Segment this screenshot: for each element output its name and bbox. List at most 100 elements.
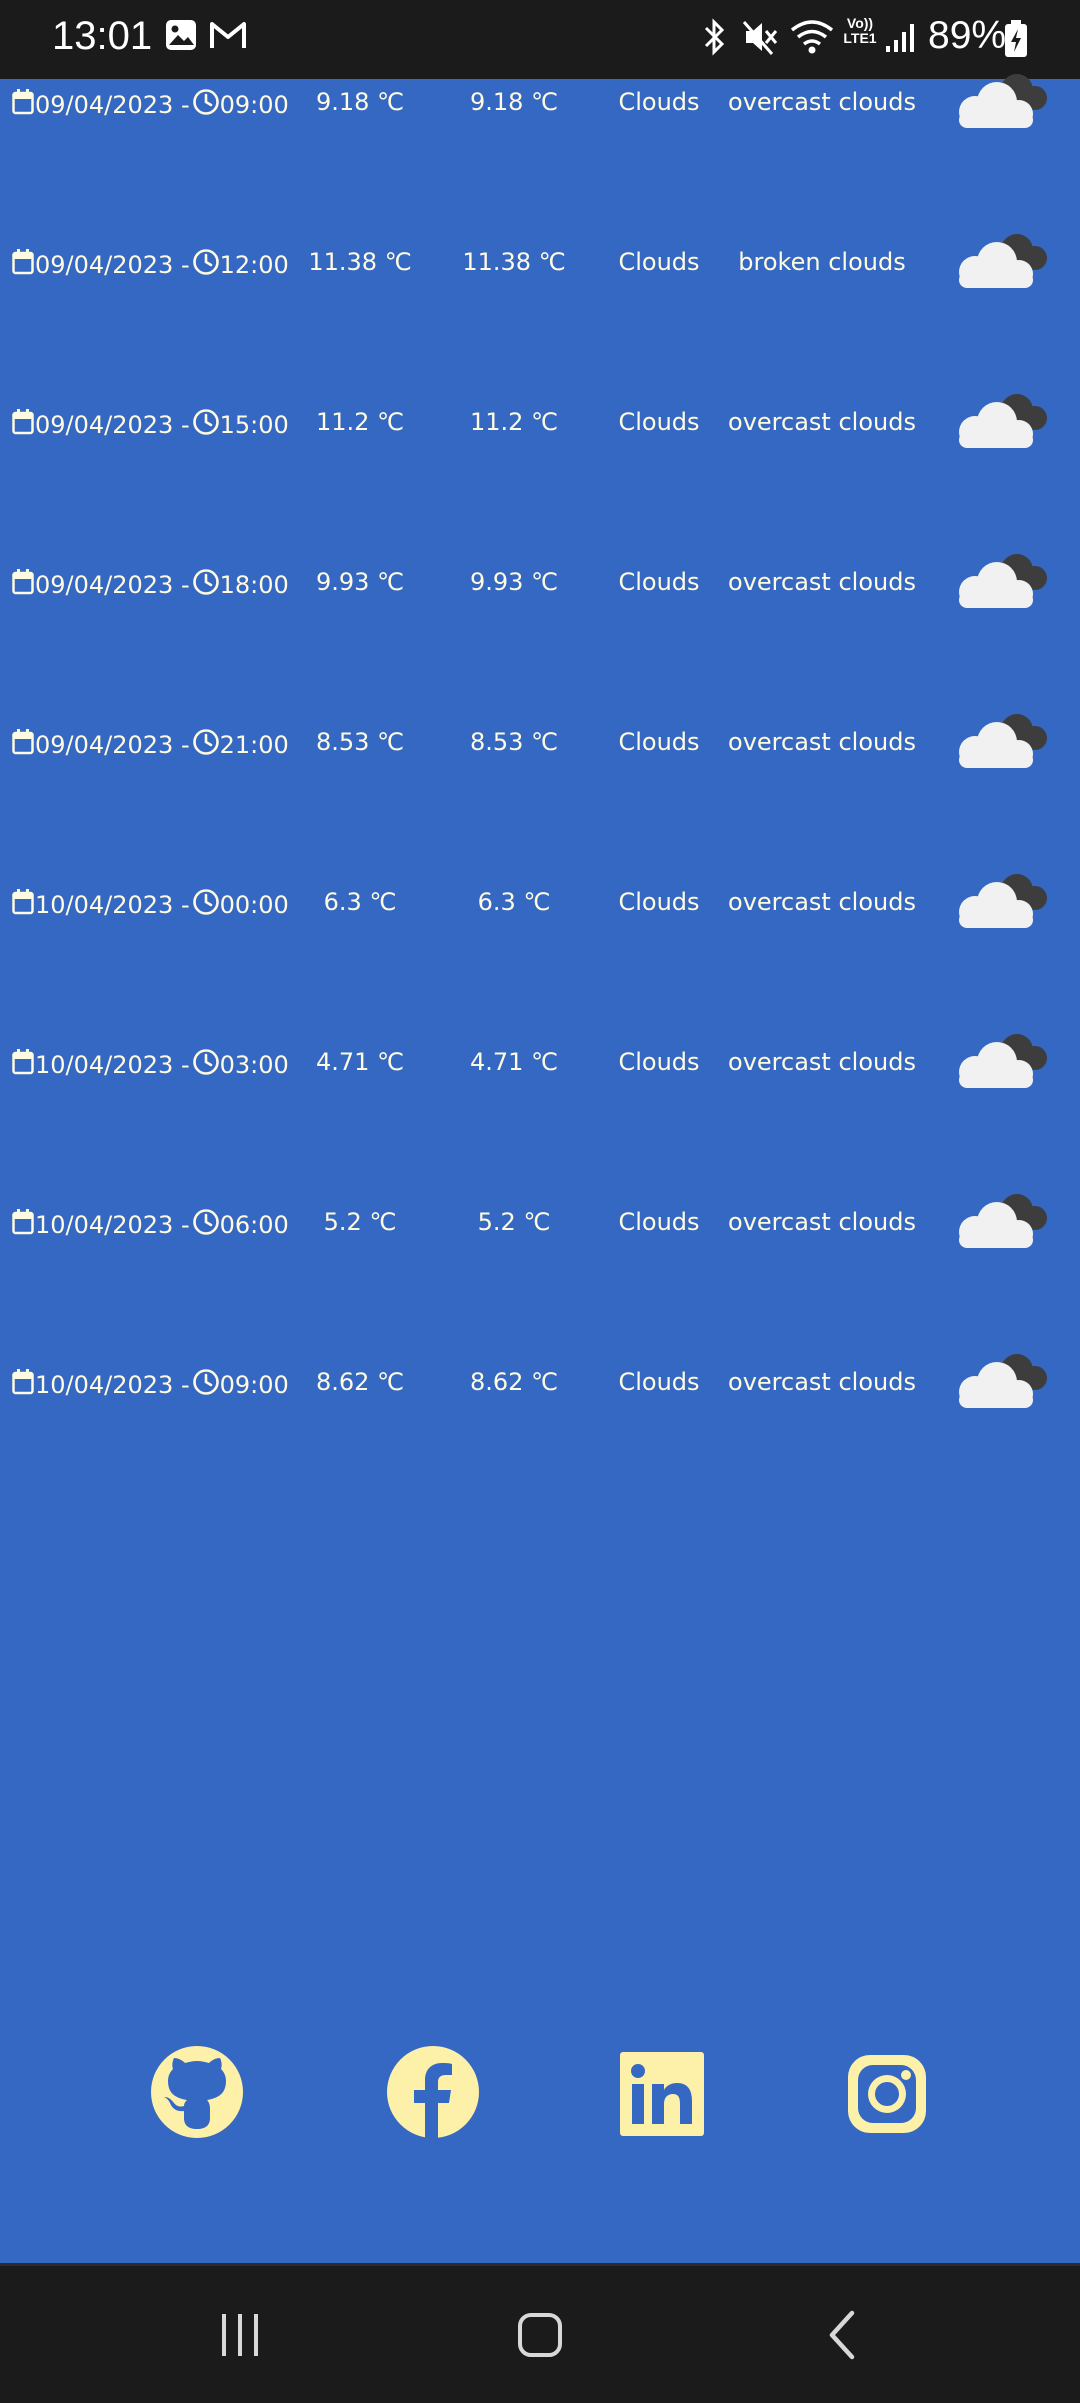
calendar-icon <box>12 889 35 921</box>
forecast-description: overcast clouds <box>728 88 916 116</box>
forecast-datetime: 09/04/2023 - 21:00 <box>12 728 289 762</box>
forecast-date: 09/04/2023 - <box>35 251 190 279</box>
forecast-temp: 11.38 ℃ <box>308 248 412 276</box>
forecast-datetime: 10/04/2023 - 09:00 <box>12 1368 289 1402</box>
instagram-link[interactable] <box>845 2052 929 2136</box>
forecast-feels-like: 11.2 ℃ <box>469 408 559 436</box>
github-icon <box>150 2045 244 2139</box>
calendar-icon <box>12 569 35 601</box>
facebook-icon <box>386 2045 480 2139</box>
forecast-row: 10/04/2023 - 06:00 5.2 ℃ 5.2 ℃ Clouds overcas… <box>0 1190 1080 1350</box>
forecast-date: 09/04/2023 - <box>35 411 190 439</box>
forecast-temp: 8.62 ℃ <box>315 1368 405 1396</box>
forecast-main: Clouds <box>618 408 700 436</box>
forecast-main: Clouds <box>618 728 700 756</box>
facebook-link[interactable] <box>386 2045 480 2139</box>
clock-icon <box>190 728 220 762</box>
overcast-clouds-icon <box>945 1344 1055 1414</box>
forecast-date: 09/04/2023 - <box>35 571 190 599</box>
forecast-time: 15:00 <box>219 411 289 439</box>
back-icon[interactable] <box>822 2310 862 2364</box>
forecast-datetime: 09/04/2023 - 09:00 <box>12 88 289 122</box>
forecast-time: 09:00 <box>219 1371 289 1399</box>
forecast-feels-like: 8.53 ℃ <box>469 728 559 756</box>
forecast-temp: 5.2 ℃ <box>323 1208 397 1236</box>
forecast-main: Clouds <box>618 1368 700 1396</box>
forecast-description: broken clouds <box>738 248 906 276</box>
forecast-description: overcast clouds <box>728 1208 916 1236</box>
forecast-datetime: 10/04/2023 - 03:00 <box>12 1048 289 1082</box>
calendar-icon <box>12 249 35 281</box>
forecast-feels-like: 9.18 ℃ <box>469 88 559 116</box>
clock-icon <box>190 408 220 442</box>
forecast-feels-like: 8.62 ℃ <box>469 1368 559 1396</box>
forecast-date: 09/04/2023 - <box>35 731 190 759</box>
forecast-main: Clouds <box>618 1048 700 1076</box>
forecast-time: 00:00 <box>219 891 289 919</box>
clock-icon <box>190 568 220 602</box>
forecast-row: 10/04/2023 - 03:00 4.71 ℃ 4.71 ℃ Clouds overc… <box>0 1030 1080 1190</box>
wifi-icon <box>790 18 834 60</box>
bluetooth-icon <box>700 18 730 60</box>
forecast-row: 09/04/2023 - 15:00 11.2 ℃ 11.2 ℃ Clouds overc… <box>0 390 1080 550</box>
forecast-datetime: 10/04/2023 - 00:00 <box>12 888 289 922</box>
forecast-main: Clouds <box>618 1208 700 1236</box>
overcast-clouds-icon <box>945 1024 1055 1094</box>
forecast-feels-like: 4.71 ℃ <box>469 1048 559 1076</box>
forecast-temp: 4.71 ℃ <box>315 1048 405 1076</box>
forecast-main: Clouds <box>618 88 700 116</box>
forecast-date: 10/04/2023 - <box>35 1051 190 1079</box>
forecast-time: 06:00 <box>219 1211 289 1239</box>
forecast-feels-like: 6.3 ℃ <box>477 888 551 916</box>
forecast-time: 18:00 <box>219 571 289 599</box>
battery-charging-icon <box>1004 20 1028 62</box>
status-time: 13:01 <box>52 14 153 58</box>
forecast-main: Clouds <box>618 568 700 596</box>
forecast-main: Clouds <box>618 888 700 916</box>
forecast-datetime: 09/04/2023 - 15:00 <box>12 408 289 442</box>
forecast-feels-like: 9.93 ℃ <box>469 568 559 596</box>
overcast-clouds-icon <box>945 384 1055 454</box>
clock-icon <box>190 248 220 282</box>
forecast-temp: 9.18 ℃ <box>315 88 405 116</box>
linkedin-link[interactable] <box>620 2052 704 2136</box>
forecast-feels-like: 5.2 ℃ <box>477 1208 551 1236</box>
forecast-row: 09/04/2023 - 12:00 11.38 ℃ 11.38 ℃ Clouds bro… <box>0 230 1080 390</box>
image-icon <box>164 18 198 56</box>
forecast-date: 09/04/2023 - <box>35 91 190 119</box>
overcast-clouds-icon <box>945 704 1055 774</box>
forecast-description: overcast clouds <box>728 1368 916 1396</box>
battery-percent: 89% <box>928 14 1007 57</box>
forecast-row: 09/04/2023 - 09:00 9.18 ℃ 9.18 ℃ Clouds overc… <box>0 70 1080 230</box>
forecast-description: overcast clouds <box>728 728 916 756</box>
forecast-date: 10/04/2023 - <box>35 1371 190 1399</box>
calendar-icon <box>12 1049 35 1081</box>
forecast-description: overcast clouds <box>728 568 916 596</box>
forecast-time: 09:00 <box>219 91 289 119</box>
forecast-time: 03:00 <box>219 1051 289 1079</box>
forecast-description: overcast clouds <box>728 1048 916 1076</box>
volte-label: Vo)) LTE1 <box>843 15 877 46</box>
forecast-row: 09/04/2023 - 21:00 8.53 ℃ 8.53 ℃ Clouds overc… <box>0 710 1080 870</box>
home-icon[interactable] <box>515 2310 565 2364</box>
clock-icon <box>190 1048 220 1082</box>
clock-icon <box>190 888 220 922</box>
overcast-clouds-icon <box>945 864 1055 934</box>
mute-icon <box>742 18 778 60</box>
linkedin-icon <box>620 2052 704 2136</box>
forecast-temp: 8.53 ℃ <box>315 728 405 756</box>
overcast-clouds-icon <box>945 1184 1055 1254</box>
forecast-temp: 11.2 ℃ <box>315 408 405 436</box>
calendar-icon <box>12 89 35 121</box>
status-bar: 13:01 Vo)) LTE1 89% <box>0 0 1080 79</box>
recent-apps-icon[interactable] <box>210 2310 270 2364</box>
calendar-icon <box>12 1209 35 1241</box>
forecast-date: 10/04/2023 - <box>35 1211 190 1239</box>
forecast-description: overcast clouds <box>728 888 916 916</box>
github-link[interactable] <box>150 2045 244 2139</box>
forecast-datetime: 10/04/2023 - 06:00 <box>12 1208 289 1242</box>
forecast-description: overcast clouds <box>728 408 916 436</box>
forecast-temp: 6.3 ℃ <box>323 888 397 916</box>
forecast-time: 21:00 <box>219 731 289 759</box>
forecast-datetime: 09/04/2023 - 18:00 <box>12 568 289 602</box>
